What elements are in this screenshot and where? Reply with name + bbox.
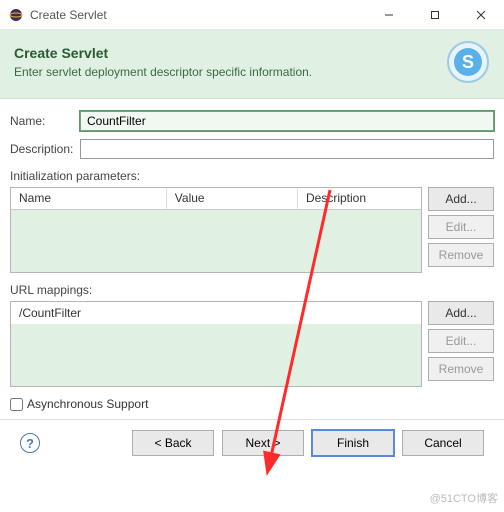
- init-add-button[interactable]: Add...: [428, 187, 494, 211]
- banner-subheading: Enter servlet deployment descriptor spec…: [14, 65, 438, 79]
- help-icon[interactable]: ?: [20, 433, 40, 453]
- wizard-banner: Create Servlet Enter servlet deployment …: [0, 30, 504, 99]
- init-params-label: Initialization parameters:: [10, 169, 494, 183]
- url-remove-button: Remove: [428, 357, 494, 381]
- servlet-icon: S: [446, 40, 490, 84]
- window-title: Create Servlet: [30, 8, 107, 22]
- next-button[interactable]: Next >: [222, 430, 304, 456]
- url-edit-button: Edit...: [428, 329, 494, 353]
- watermark: @51CTO博客: [430, 490, 498, 506]
- init-edit-button: Edit...: [428, 215, 494, 239]
- url-mappings-list[interactable]: /CountFilter: [10, 301, 422, 387]
- finish-button[interactable]: Finish: [312, 430, 394, 456]
- description-label: Description:: [10, 142, 80, 156]
- minimize-button[interactable]: [366, 0, 412, 30]
- window-controls: [366, 0, 504, 30]
- cancel-button[interactable]: Cancel: [402, 430, 484, 456]
- titlebar: Create Servlet: [0, 0, 504, 30]
- init-remove-button: Remove: [428, 243, 494, 267]
- close-button[interactable]: [458, 0, 504, 30]
- back-button[interactable]: < Back: [132, 430, 214, 456]
- url-mappings-label: URL mappings:: [10, 283, 494, 297]
- async-label: Asynchronous Support: [27, 397, 148, 411]
- eclipse-icon: [8, 7, 24, 23]
- url-add-button[interactable]: Add...: [428, 301, 494, 325]
- description-input[interactable]: [80, 139, 494, 159]
- name-input[interactable]: [80, 111, 494, 131]
- col-value: Value: [167, 188, 298, 209]
- maximize-button[interactable]: [412, 0, 458, 30]
- init-params-table[interactable]: Name Value Description: [10, 187, 422, 273]
- svg-text:S: S: [462, 52, 474, 72]
- banner-heading: Create Servlet: [14, 45, 438, 61]
- list-item[interactable]: /CountFilter: [11, 302, 421, 324]
- async-checkbox[interactable]: [10, 398, 23, 411]
- col-description: Description: [298, 188, 421, 209]
- col-name: Name: [11, 188, 167, 209]
- name-label: Name:: [10, 114, 80, 128]
